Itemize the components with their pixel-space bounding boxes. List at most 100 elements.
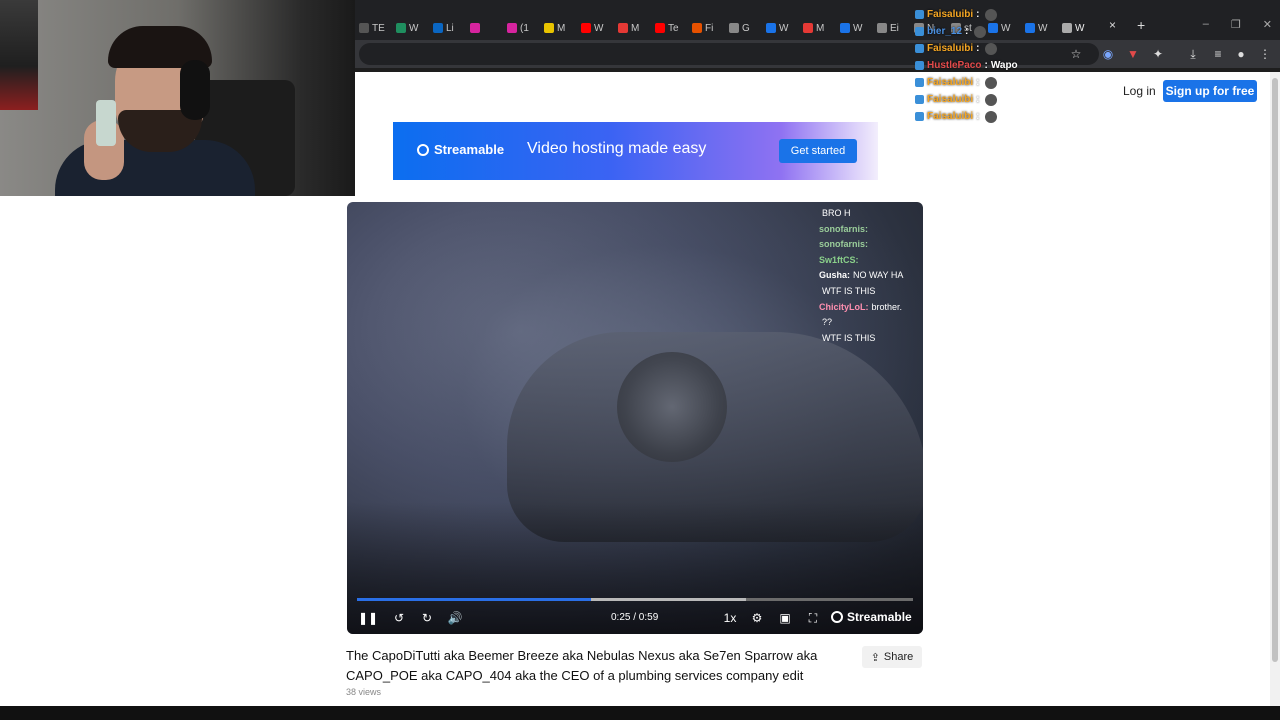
tab-label: Te (668, 22, 679, 34)
webcam-overlay (0, 0, 355, 196)
browser-tab[interactable]: W (396, 18, 418, 38)
signup-button[interactable]: Sign up for free (1163, 80, 1257, 102)
chat-message: ?? (822, 317, 833, 328)
extension-icon[interactable]: ▼ (1125, 46, 1141, 62)
rewind-icon[interactable]: ↺ (391, 610, 407, 626)
close-tab-icon[interactable]: × (1109, 18, 1116, 32)
embedded-chat-line: sonofarnis: (819, 224, 923, 240)
tab-label: W (1075, 22, 1085, 34)
extensions-puzzle-icon[interactable]: ✦ (1150, 46, 1166, 62)
share-icon: ⇪ (870, 651, 880, 664)
tab-favicon-icon (655, 23, 665, 33)
chat-username: sonofarnis: (819, 239, 869, 250)
player-brand[interactable]: Streamable (831, 610, 912, 624)
tab-favicon-icon (840, 23, 850, 33)
embedded-chat-line: WTF IS THIS (819, 333, 923, 349)
chat-message: BRO H (822, 208, 851, 218)
maximize-icon[interactable]: ❐ (1231, 18, 1241, 31)
share-button[interactable]: ⇪ Share (862, 646, 922, 668)
browser-tab[interactable]: G (729, 18, 750, 38)
tab-label: (1 (520, 22, 529, 34)
settings-gear-icon[interactable]: ⚙ (749, 610, 765, 626)
page-scrollbar[interactable] (1270, 72, 1280, 706)
chat-separator: : (965, 26, 969, 37)
picture-in-picture-icon[interactable]: ▣ (777, 610, 793, 626)
emote-icon (985, 42, 998, 55)
chat-line: Faisaluibi: (915, 6, 1045, 23)
browser-tab[interactable]: W (581, 18, 603, 38)
minimize-icon[interactable]: – (1203, 18, 1209, 31)
download-icon[interactable]: ⤓ (1185, 46, 1201, 62)
bookmark-star-icon[interactable]: ☆ (1068, 46, 1084, 62)
embedded-chat-line: BRO H (819, 208, 923, 224)
browser-tab[interactable]: W (840, 18, 862, 38)
tab-label: G (742, 22, 750, 34)
pause-icon[interactable]: ❚❚ (358, 610, 378, 626)
scrollbar-thumb[interactable] (1272, 78, 1278, 662)
tab-label: M (816, 22, 825, 34)
chat-username: Faisaluibi (927, 111, 974, 122)
browser-tab[interactable]: Li (433, 18, 454, 38)
streamable-logo-icon (417, 143, 429, 156)
menu-kebab-icon[interactable]: ⋮ (1257, 46, 1273, 62)
promo-banner[interactable]: Streamable Video hosting made easy Get s… (393, 122, 878, 180)
chat-username: ChicityLoL: (819, 301, 869, 312)
window-top-strip (355, 0, 1280, 14)
tab-favicon-icon (1062, 23, 1072, 33)
new-tab-button[interactable]: + (1137, 17, 1145, 33)
badge-icon (915, 78, 924, 87)
get-started-button[interactable]: Get started (779, 139, 857, 163)
extension-icon[interactable]: ◉ (1100, 46, 1116, 62)
browser-tab[interactable]: M (618, 18, 639, 38)
tab-label: Li (446, 22, 454, 34)
chat-username: Faisaluibi (927, 77, 974, 88)
playback-speed[interactable]: 1x (723, 610, 737, 626)
banner-logo: Streamable (417, 142, 504, 157)
webcam-poster (0, 0, 38, 110)
browser-tab[interactable]: M (803, 18, 824, 38)
browser-tab[interactable]: Te (655, 18, 679, 38)
browser-tab[interactable]: Ei (877, 18, 899, 38)
video-frame-wheel (617, 352, 727, 462)
browser-tab[interactable]: W (1062, 18, 1084, 38)
time-display: 0:25 / 0:59 (611, 612, 659, 623)
streamable-logo-icon (831, 611, 843, 623)
tab-label: TE (372, 22, 385, 34)
badge-icon (915, 61, 924, 70)
video-player[interactable]: BRO H sonofarnis: sonofarnis: Sw1ftCS: Gusha… (347, 202, 923, 634)
banner-brand: Streamable (434, 142, 505, 157)
chat-separator: : (976, 9, 980, 20)
chat-separator: : (976, 43, 980, 54)
media-controls-icon[interactable]: ≡ (1210, 46, 1226, 62)
progress-bar[interactable] (357, 598, 913, 601)
emote-icon (985, 110, 998, 123)
browser-tab[interactable]: W (766, 18, 788, 38)
close-window-icon[interactable]: ✕ (1263, 18, 1272, 31)
badge-icon (915, 44, 924, 53)
volume-icon[interactable]: 🔊 (447, 610, 463, 626)
fullscreen-icon[interactable]: ⛶ (805, 610, 821, 626)
browser-tab[interactable]: M (544, 18, 565, 38)
chat-username: bier_12 (927, 26, 963, 37)
badge-icon (915, 27, 924, 36)
tab-label: Ei (890, 22, 899, 34)
webcam-phone (96, 100, 116, 146)
tab-favicon-icon (433, 23, 443, 33)
browser-tab[interactable]: Fi (692, 18, 713, 38)
window-controls: – ❐ ✕ (1203, 18, 1272, 31)
browser-tab[interactable]: (1 (507, 18, 529, 38)
tab-label: M (557, 22, 566, 34)
tab-label: M (631, 22, 640, 34)
video-title: The CapoDiTutti aka Beemer Breeze aka Ne… (346, 648, 818, 683)
browser-tab[interactable] (470, 18, 483, 38)
chat-username: Faisaluibi (927, 94, 974, 105)
badge-icon (915, 95, 924, 104)
forward-icon[interactable]: ↻ (419, 610, 435, 626)
chat-message: brother. (871, 301, 903, 312)
profile-avatar-icon[interactable]: ● (1233, 46, 1249, 62)
login-link[interactable]: Log in (1123, 84, 1156, 98)
browser-tab[interactable]: TE (359, 18, 385, 38)
share-label: Share (883, 651, 914, 663)
view-count: 38 views (346, 687, 382, 697)
chat-username: Gusha: (819, 270, 851, 281)
